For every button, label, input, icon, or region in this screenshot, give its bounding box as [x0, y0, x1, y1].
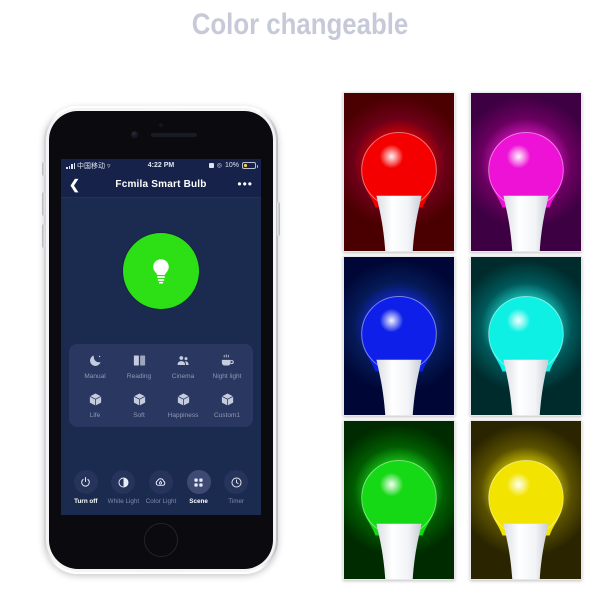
phone-bezel: 中国移动 ▿ 4:22 PM ◎ 10% ❮ Fcmila Smart Bulb — [49, 111, 273, 569]
page-header-title: Fcmila Smart Bulb — [115, 179, 207, 190]
battery-low-icon — [242, 162, 258, 169]
palette-icon — [156, 477, 166, 486]
timer-button[interactable] — [224, 470, 249, 495]
phone-screen: 中国移动 ▿ 4:22 PM ◎ 10% ❮ Fcmila Smart Bulb — [61, 159, 261, 515]
bulb-color-gallery — [343, 92, 582, 580]
book-icon — [133, 355, 145, 366]
scene-label: Custom1 — [213, 412, 240, 419]
app-content: Manual Reading Cinema Night light Life S… — [61, 198, 261, 515]
location-icon: ◎ — [216, 163, 222, 169]
volume-down-button[interactable] — [42, 224, 45, 248]
phone-mockup: 中国移动 ▿ 4:22 PM ◎ 10% ❮ Fcmila Smart Bulb — [42, 106, 280, 574]
toolbar-label: Color Light — [145, 498, 177, 506]
alarm-icon — [208, 163, 214, 168]
bulb-illustration — [361, 132, 437, 251]
gallery-tile-yellow-bulb — [470, 420, 582, 580]
scene-label: Life — [89, 412, 101, 419]
grid-icon — [194, 478, 203, 487]
scene-label: Soft — [133, 412, 145, 419]
power-button[interactable] — [277, 202, 280, 236]
front-camera-icon — [131, 131, 138, 138]
bulb-illustration — [488, 296, 564, 415]
bulb-illustration — [361, 460, 437, 579]
power-toggle-button[interactable] — [123, 233, 199, 309]
home-button[interactable] — [144, 523, 178, 557]
scene-label: Manual — [84, 373, 106, 380]
scene-label: Cinema — [171, 373, 195, 380]
app-navbar: ❮ Fcmila Smart Bulb ••• — [61, 172, 261, 198]
bulb-illustration — [361, 296, 437, 415]
page-title: Color changeable — [191, 8, 409, 41]
turn-off-button[interactable] — [73, 470, 98, 495]
toolbar-label: White Light — [107, 498, 140, 506]
color-light-button[interactable] — [148, 470, 173, 495]
gallery-tile-cyan-bulb — [470, 256, 582, 416]
toolbar-item-scene[interactable]: Scene — [180, 470, 218, 506]
bulb-illustration — [488, 132, 564, 251]
toolbar-item-white-light[interactable]: White Light — [105, 470, 143, 506]
gallery-tile-green-bulb — [343, 420, 455, 580]
toolbar-item-color-light[interactable]: Color Light — [142, 470, 180, 506]
status-bar-right: ◎ 10% — [208, 162, 258, 169]
status-bar: 中国移动 ▿ 4:22 PM ◎ 10% — [61, 159, 261, 172]
scene-grid: Manual Reading Cinema Night light Life S… — [73, 353, 249, 419]
screenshot-root: Color changeable 中国移动 ▿ 4:22 PM ◎ 10% ❮ … — [0, 0, 600, 600]
gallery-tile-magenta-bulb — [470, 92, 582, 252]
chevron-left-icon[interactable]: ❮ — [69, 178, 80, 191]
silent-switch[interactable] — [42, 162, 45, 176]
volume-up-button[interactable] — [42, 192, 45, 216]
power-toggle-area — [61, 198, 261, 344]
power-icon — [81, 476, 91, 487]
scene-label: Reading — [126, 373, 152, 380]
earpiece-speaker-icon — [151, 133, 197, 137]
scene-item-life[interactable]: Life — [73, 392, 117, 419]
carrier-label: 中国移动 — [77, 162, 105, 170]
signal-bars-icon — [66, 162, 75, 169]
gallery-tile-red-bulb — [343, 92, 455, 252]
wifi-icon: ▿ — [107, 162, 111, 170]
cube-icon — [89, 393, 101, 406]
toolbar-label: Timer — [228, 498, 245, 506]
scene-item-soft[interactable]: Soft — [117, 392, 161, 419]
moon-icon — [89, 355, 100, 366]
toolbar-item-timer[interactable]: Timer — [217, 470, 255, 506]
bulb-icon — [153, 259, 169, 284]
more-horizontal-icon[interactable]: ••• — [237, 178, 253, 190]
bottom-toolbar: Turn off White Light Color Light Scene T… — [61, 464, 261, 515]
battery-percent-label: 10% — [224, 162, 239, 169]
cube-icon — [133, 393, 145, 406]
gallery-tile-blue-bulb — [343, 256, 455, 416]
scene-item-manual[interactable]: Manual — [73, 353, 117, 380]
white-light-button[interactable] — [111, 470, 136, 495]
toolbar-label: Scene — [189, 498, 208, 506]
scene-label: Happiness — [167, 412, 199, 419]
cube-icon — [177, 393, 189, 406]
people-icon — [177, 356, 188, 365]
scene-card: Manual Reading Cinema Night light Life S… — [69, 344, 253, 427]
scene-item-reading[interactable]: Reading — [117, 353, 161, 380]
scene-label: Night light — [212, 373, 242, 380]
scene-item-custom1[interactable]: Custom1 — [205, 392, 249, 419]
proximity-sensor-icon — [159, 123, 163, 127]
scene-item-night-light[interactable]: Night light — [205, 353, 249, 380]
bulb-illustration — [488, 460, 564, 579]
scene-item-cinema[interactable]: Cinema — [161, 353, 205, 380]
scene-button[interactable] — [186, 470, 211, 495]
cube-icon — [221, 393, 233, 406]
toolbar-label: Turn off — [74, 498, 98, 506]
coffee-cup-icon — [221, 354, 234, 366]
contrast-icon — [118, 477, 129, 488]
status-bar-left: 中国移动 ▿ — [66, 161, 111, 171]
clock-icon — [231, 477, 242, 488]
scene-item-happiness[interactable]: Happiness — [161, 392, 205, 419]
toolbar-item-turn-off[interactable]: Turn off — [67, 470, 105, 506]
